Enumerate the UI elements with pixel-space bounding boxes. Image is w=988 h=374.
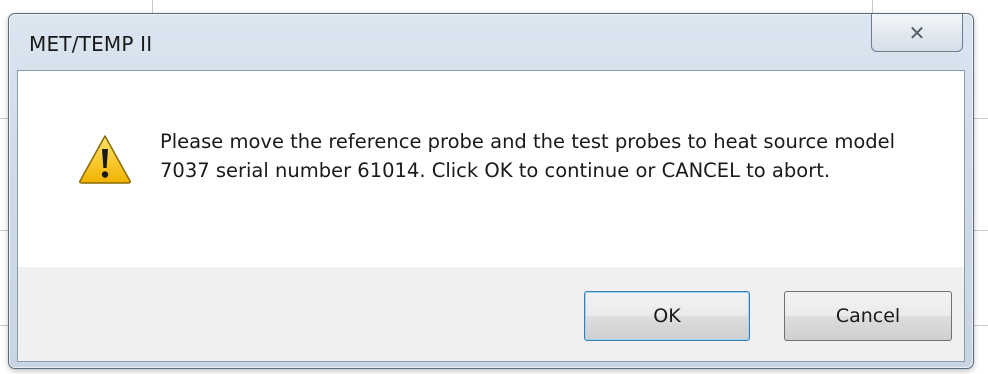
- close-button[interactable]: ✕: [871, 14, 963, 52]
- background-gridline: [0, 230, 8, 231]
- warning-icon: [79, 135, 131, 184]
- background-gridline: [872, 0, 873, 14]
- button-bar: OK Cancel: [18, 267, 964, 361]
- message-dialog: MET/TEMP II ✕ Please move the reference …: [8, 13, 974, 369]
- message-area: Please move the reference probe and the …: [18, 71, 964, 267]
- ok-button[interactable]: OK: [584, 291, 750, 341]
- window-title: MET/TEMP II: [29, 32, 153, 56]
- close-icon: ✕: [908, 20, 926, 45]
- background-gridline: [152, 0, 153, 14]
- background-gridline: [0, 118, 8, 119]
- background-gridline: [974, 325, 988, 326]
- background-gridline: [0, 325, 8, 326]
- background-gridline: [974, 118, 988, 119]
- message-text: Please move the reference probe and the …: [160, 130, 896, 182]
- cancel-button[interactable]: Cancel: [784, 291, 952, 341]
- dialog-client-area: Please move the reference probe and the …: [17, 70, 965, 362]
- title-bar[interactable]: MET/TEMP II ✕: [9, 14, 973, 70]
- background-gridline: [974, 230, 988, 231]
